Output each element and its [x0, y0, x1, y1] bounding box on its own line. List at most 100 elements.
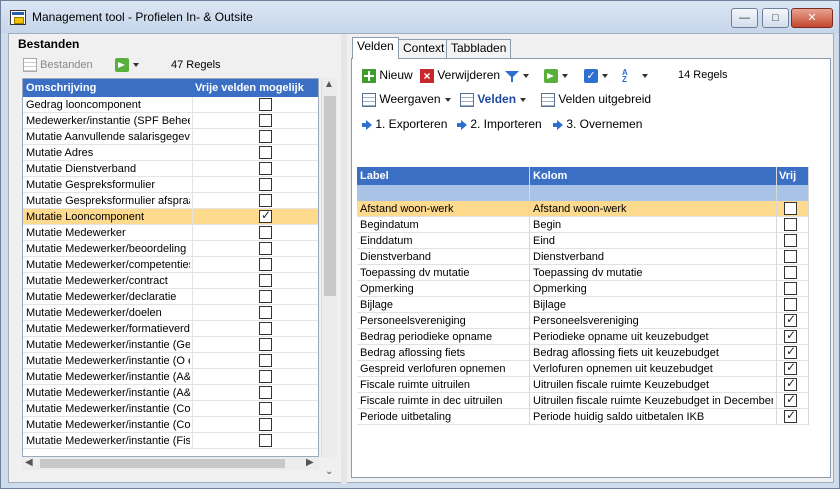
table-row[interactable]: Bedrag aflossing fiets Bedrag aflossing f… [357, 344, 809, 361]
vrije-velden-checkbox[interactable] [259, 146, 272, 159]
table-row[interactable]: Mutatie Aanvullende salarisgegevens [23, 129, 318, 145]
table-row[interactable]: Fiscale ruimte in dec uitruilen Uitruilen… [357, 392, 809, 409]
vrij-checkbox[interactable] [784, 344, 797, 359]
vrije-velden-checkbox[interactable] [259, 162, 272, 175]
table-row[interactable]: Mutatie Adres [23, 145, 318, 161]
vrije-velden-checkbox[interactable] [259, 418, 272, 431]
vrij-checkbox[interactable] [784, 202, 797, 215]
vrije-velden-checkbox[interactable] [259, 114, 272, 127]
importeren-button[interactable]: 2. Importeren [457, 114, 542, 134]
verwijderen-button[interactable]: × Verwijderen [420, 65, 500, 85]
scroll-down-icon[interactable]: ⌄ [325, 466, 333, 477]
vrij-checkbox[interactable] [784, 376, 797, 391]
vrije-velden-checkbox[interactable] [259, 338, 272, 351]
sort-dropdown-button[interactable]: AZ [622, 65, 648, 85]
vrije-velden-checkbox[interactable] [259, 370, 272, 383]
table-row[interactable]: Mutatie Medewerker/instantie (A&O [23, 369, 318, 385]
vrije-velden-checkbox[interactable] [259, 98, 272, 111]
vrije-velden-checkbox[interactable] [259, 354, 272, 367]
table-row[interactable]: Mutatie Medewerker/instantie (Cor [23, 401, 318, 417]
table-row[interactable]: Periode uitbetaling Periode huidig saldo … [357, 408, 809, 425]
table-row[interactable]: Opmerking Opmerking [357, 281, 809, 297]
vrije-velden-checkbox[interactable] [259, 434, 272, 447]
table-row[interactable]: Mutatie Gespreksformulier afspraak [23, 193, 318, 209]
vrij-checkbox[interactable] [784, 298, 797, 311]
table-row[interactable]: Personeelsvereniging Personeelsvereniging [357, 312, 809, 329]
scroll-thumb-horizontal[interactable] [40, 459, 285, 468]
actions-dropdown-button[interactable] [544, 65, 568, 85]
scroll-thumb[interactable] [324, 96, 336, 296]
table-row[interactable]: Mutatie Dienstverband [23, 161, 318, 177]
table-row[interactable]: Mutatie Medewerker/formatieverdeling [23, 321, 318, 337]
velden-dropdown-button[interactable]: Velden [460, 89, 527, 109]
minimize-button[interactable]: — [731, 8, 758, 28]
tab-context[interactable]: Context [398, 39, 450, 58]
panel-splitter[interactable] [341, 34, 347, 484]
table-row[interactable]: Mutatie Medewerker/contract [23, 273, 318, 289]
weergaven-dropdown-button[interactable]: Weergaven [362, 89, 451, 109]
table-row[interactable]: Dienstverband Dienstverband [357, 249, 809, 265]
vrije-velden-checkbox[interactable] [259, 386, 272, 399]
velden-uitgebreid-button[interactable]: Velden uitgebreid [541, 89, 651, 109]
vrij-checkbox[interactable] [784, 360, 797, 375]
table-row[interactable]: Mutatie Medewerker/instantie (A&O [23, 385, 318, 401]
table-row[interactable]: Begindatum Begin [357, 217, 809, 233]
overnemen-button[interactable]: 3. Overnemen [553, 114, 642, 134]
table-row[interactable]: Bedrag periodieke opname Periodieke opnam… [357, 328, 809, 345]
table-row[interactable]: Mutatie Medewerker/doelen [23, 305, 318, 321]
column-header-vrije-velden[interactable]: Vrije velden mogelijk [195, 82, 304, 94]
table-row[interactable]: Gedrag looncomponent [23, 97, 318, 113]
horizontal-scrollbar[interactable]: ◀ ▶ [22, 457, 319, 470]
table-row[interactable]: Mutatie Medewerker/declaratie [23, 289, 318, 305]
table-row[interactable]: Mutatie Medewerker/instantie (Cor [23, 417, 318, 433]
vrije-velden-checkbox[interactable] [259, 208, 272, 223]
column-header-label[interactable]: Label [360, 170, 389, 182]
vrije-velden-checkbox[interactable] [259, 258, 272, 271]
column-header-omschrijving[interactable]: Omschrijving [26, 82, 96, 94]
vrije-velden-checkbox[interactable] [259, 290, 272, 303]
table-row[interactable]: Mutatie Gespreksformulier [23, 177, 318, 193]
table-row[interactable]: Mutatie Looncomponent [23, 208, 318, 225]
scroll-right-icon[interactable]: ▶ [306, 457, 314, 468]
exporteren-button[interactable]: 1. Exporteren [362, 114, 447, 134]
vrije-velden-checkbox[interactable] [259, 178, 272, 191]
close-button[interactable]: ✕ [791, 8, 833, 28]
table-row[interactable]: Mutatie Medewerker/instantie (O e [23, 353, 318, 369]
table-row[interactable]: Einddatum Eind [357, 233, 809, 249]
tab-tabbladen[interactable]: Tabbladen [446, 39, 512, 58]
vrije-velden-checkbox[interactable] [259, 306, 272, 319]
vrij-checkbox[interactable] [784, 234, 797, 247]
table-row[interactable]: Toepassing dv mutatie Toepassing dv mutat… [357, 265, 809, 281]
vrije-velden-checkbox[interactable] [259, 242, 272, 255]
table-row[interactable]: Medewerker/instantie (SPF Beheer) [23, 113, 318, 129]
vrije-velden-checkbox[interactable] [259, 402, 272, 415]
tab-velden[interactable]: Velden [352, 37, 399, 59]
table-row[interactable]: Mutatie Medewerker/competenties [23, 257, 318, 273]
vrije-velden-checkbox[interactable] [259, 274, 272, 287]
vertical-scrollbar[interactable]: ▲ ⌄ [321, 78, 337, 477]
table-row[interactable]: Afstand woon-werk Afstand woon-werk [357, 201, 809, 217]
maximize-button[interactable]: □ [762, 8, 789, 28]
title-bar[interactable]: Management tool - Profielen In- & Outsit… [1, 1, 839, 33]
table-row[interactable]: Fiscale ruimte uitruilen Uitruilen fiscal… [357, 376, 809, 393]
filter-row[interactable] [357, 185, 809, 201]
table-row[interactable]: Bijlage Bijlage [357, 297, 809, 313]
table-row[interactable]: Mutatie Medewerker/instantie (Ge [23, 337, 318, 353]
bestanden-grid[interactable]: Omschrijving Vrije velden mogelijk Gedra… [22, 78, 319, 457]
vrij-checkbox[interactable] [784, 328, 797, 343]
vrije-velden-checkbox[interactable] [259, 130, 272, 143]
table-row[interactable]: Mutatie Medewerker/beoordeling [23, 241, 318, 257]
vrij-checkbox[interactable] [784, 312, 797, 327]
filter-dropdown-button[interactable] [505, 65, 529, 85]
velden-grid[interactable]: Label Kolom Vrij Afstand woon-werk Afstan… [357, 167, 809, 477]
table-row[interactable]: Mutatie Medewerker/instantie (Fisc [23, 433, 318, 449]
vrij-checkbox[interactable] [784, 250, 797, 263]
vrije-velden-checkbox[interactable] [259, 194, 272, 207]
bestanden-button[interactable]: Bestanden [23, 54, 93, 76]
scroll-up-icon[interactable]: ▲ [324, 79, 334, 90]
vrij-checkbox[interactable] [784, 408, 797, 423]
vrij-checkbox[interactable] [784, 392, 797, 407]
check-dropdown-button[interactable]: ✓ [584, 65, 608, 85]
table-row[interactable]: Mutatie Medewerker [23, 225, 318, 241]
nieuw-button[interactable]: Nieuw [362, 65, 413, 85]
